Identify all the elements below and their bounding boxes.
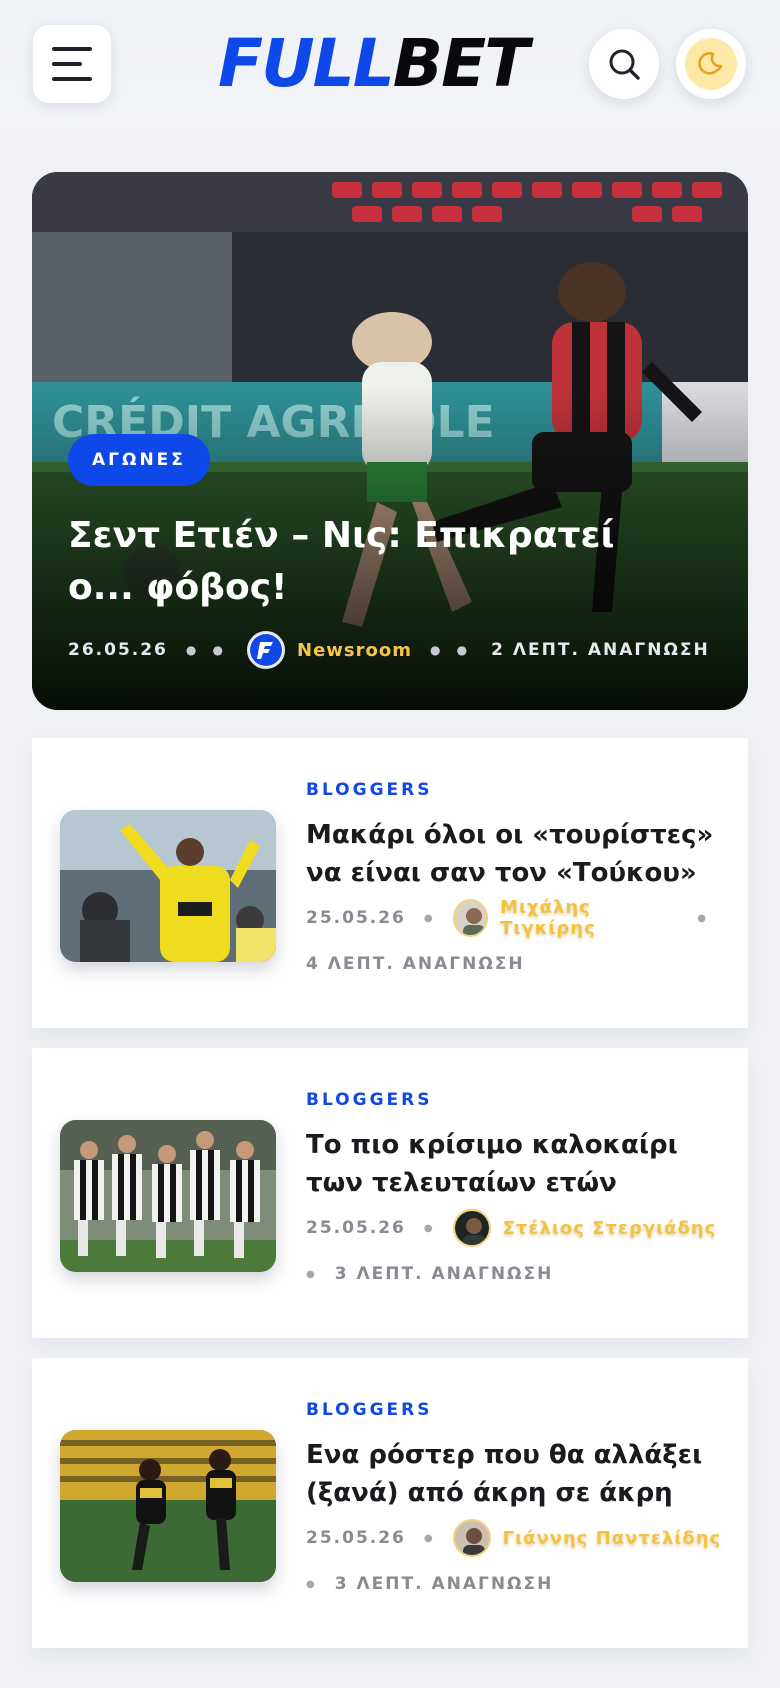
- author-avatar[interactable]: [452, 899, 489, 937]
- article-card[interactable]: BLOGGERS Το πιο κρίσιμο καλοκαίρι των τε…: [32, 1048, 748, 1338]
- article-author[interactable]: Γιάννης Παντελίδης: [503, 1528, 722, 1549]
- hero-read-time: 2 ΛΕΠΤ. ΑΝΑΓΝΩΣΗ: [491, 640, 710, 660]
- article-category[interactable]: BLOGGERS: [306, 1090, 433, 1110]
- article-card[interactable]: BLOGGERS Μακάρι όλοι οι «τουρίστες» να ε…: [32, 738, 748, 1028]
- article-date: 25.05.26: [306, 1528, 406, 1548]
- article-read-time: 3 ΛΕΠΤ. ΑΝΑΓΝΩΣΗ: [334, 1264, 554, 1284]
- article-card[interactable]: BLOGGERS Ενα ρόστερ που θα αλλάξει (ξανά…: [32, 1358, 748, 1648]
- hero-category-tag[interactable]: ΑΓΩΝΕΣ: [68, 434, 210, 486]
- article-thumbnail[interactable]: [60, 810, 276, 962]
- article-category[interactable]: BLOGGERS: [306, 1400, 433, 1420]
- search-icon: [609, 49, 640, 80]
- fullbet-logo-icon: [250, 634, 283, 666]
- article-thumbnail[interactable]: [60, 1430, 276, 1582]
- hero-title[interactable]: Σεντ Ετιέν – Νις: Επικρατεί ο... φόβος!: [68, 510, 628, 614]
- article-title[interactable]: Μακάρι όλοι οι «τουρίστες» να είναι σαν …: [306, 816, 726, 892]
- article-date: 25.05.26: [306, 1218, 406, 1238]
- article-author[interactable]: Στέλιος Στεργιάδης: [503, 1218, 717, 1239]
- hamburger-icon: [52, 47, 92, 51]
- article-author[interactable]: Μιχάλης Τιγκίρης: [500, 897, 679, 939]
- site-header: FULLBET: [0, 0, 780, 128]
- article-title[interactable]: Ενα ρόστερ που θα αλλάξει (ξανά) από άκρ…: [306, 1436, 726, 1512]
- hero-article[interactable]: CRÉDIT AGRICOLE ΑΓΩΝΕΣ Σεντ Ετιέν – Νις:…: [32, 172, 748, 710]
- article-read-time: 4 ΛΕΠΤ. ΑΝΑΓΝΩΣΗ: [306, 954, 525, 974]
- article-title[interactable]: Το πιο κρίσιμο καλοκαίρι των τελευταίων …: [306, 1126, 726, 1202]
- article-date: 25.05.26: [306, 908, 406, 928]
- article-read-time: 3 ΛΕΠΤ. ΑΝΑΓΝΩΣΗ: [334, 1574, 554, 1594]
- article-category[interactable]: BLOGGERS: [306, 780, 433, 800]
- hero-meta: 26.05.26 ● ● Newsroom ● ● 2 ΛΕΠΤ. ΑΝΑΓΝΩ…: [68, 630, 728, 670]
- article-thumbnail[interactable]: [60, 1120, 276, 1272]
- moon-icon: [698, 52, 723, 75]
- hero-date: 26.05.26: [68, 640, 168, 660]
- author-avatar[interactable]: [452, 1209, 491, 1247]
- article-meta: 25.05.26 ● Μιχάλης Τιγκίρης ● 4 ΛΕΠΤ. ΑΝ…: [306, 897, 708, 974]
- theme-toggle-button[interactable]: [676, 29, 746, 99]
- search-button[interactable]: [589, 29, 659, 99]
- site-logo[interactable]: FULLBET: [218, 28, 562, 100]
- article-meta: 25.05.26 ● Γιάννης Παντελίδης ● 3 ΛΕΠΤ. …: [306, 1516, 726, 1594]
- article-meta: 25.05.26 ● Στέλιος Στεργιάδης ● 3 ΛΕΠΤ. …: [306, 1206, 726, 1284]
- menu-button[interactable]: [33, 25, 111, 103]
- hero-author[interactable]: Newsroom: [297, 640, 412, 661]
- author-avatar[interactable]: [452, 1519, 491, 1557]
- author-avatar[interactable]: [247, 631, 286, 669]
